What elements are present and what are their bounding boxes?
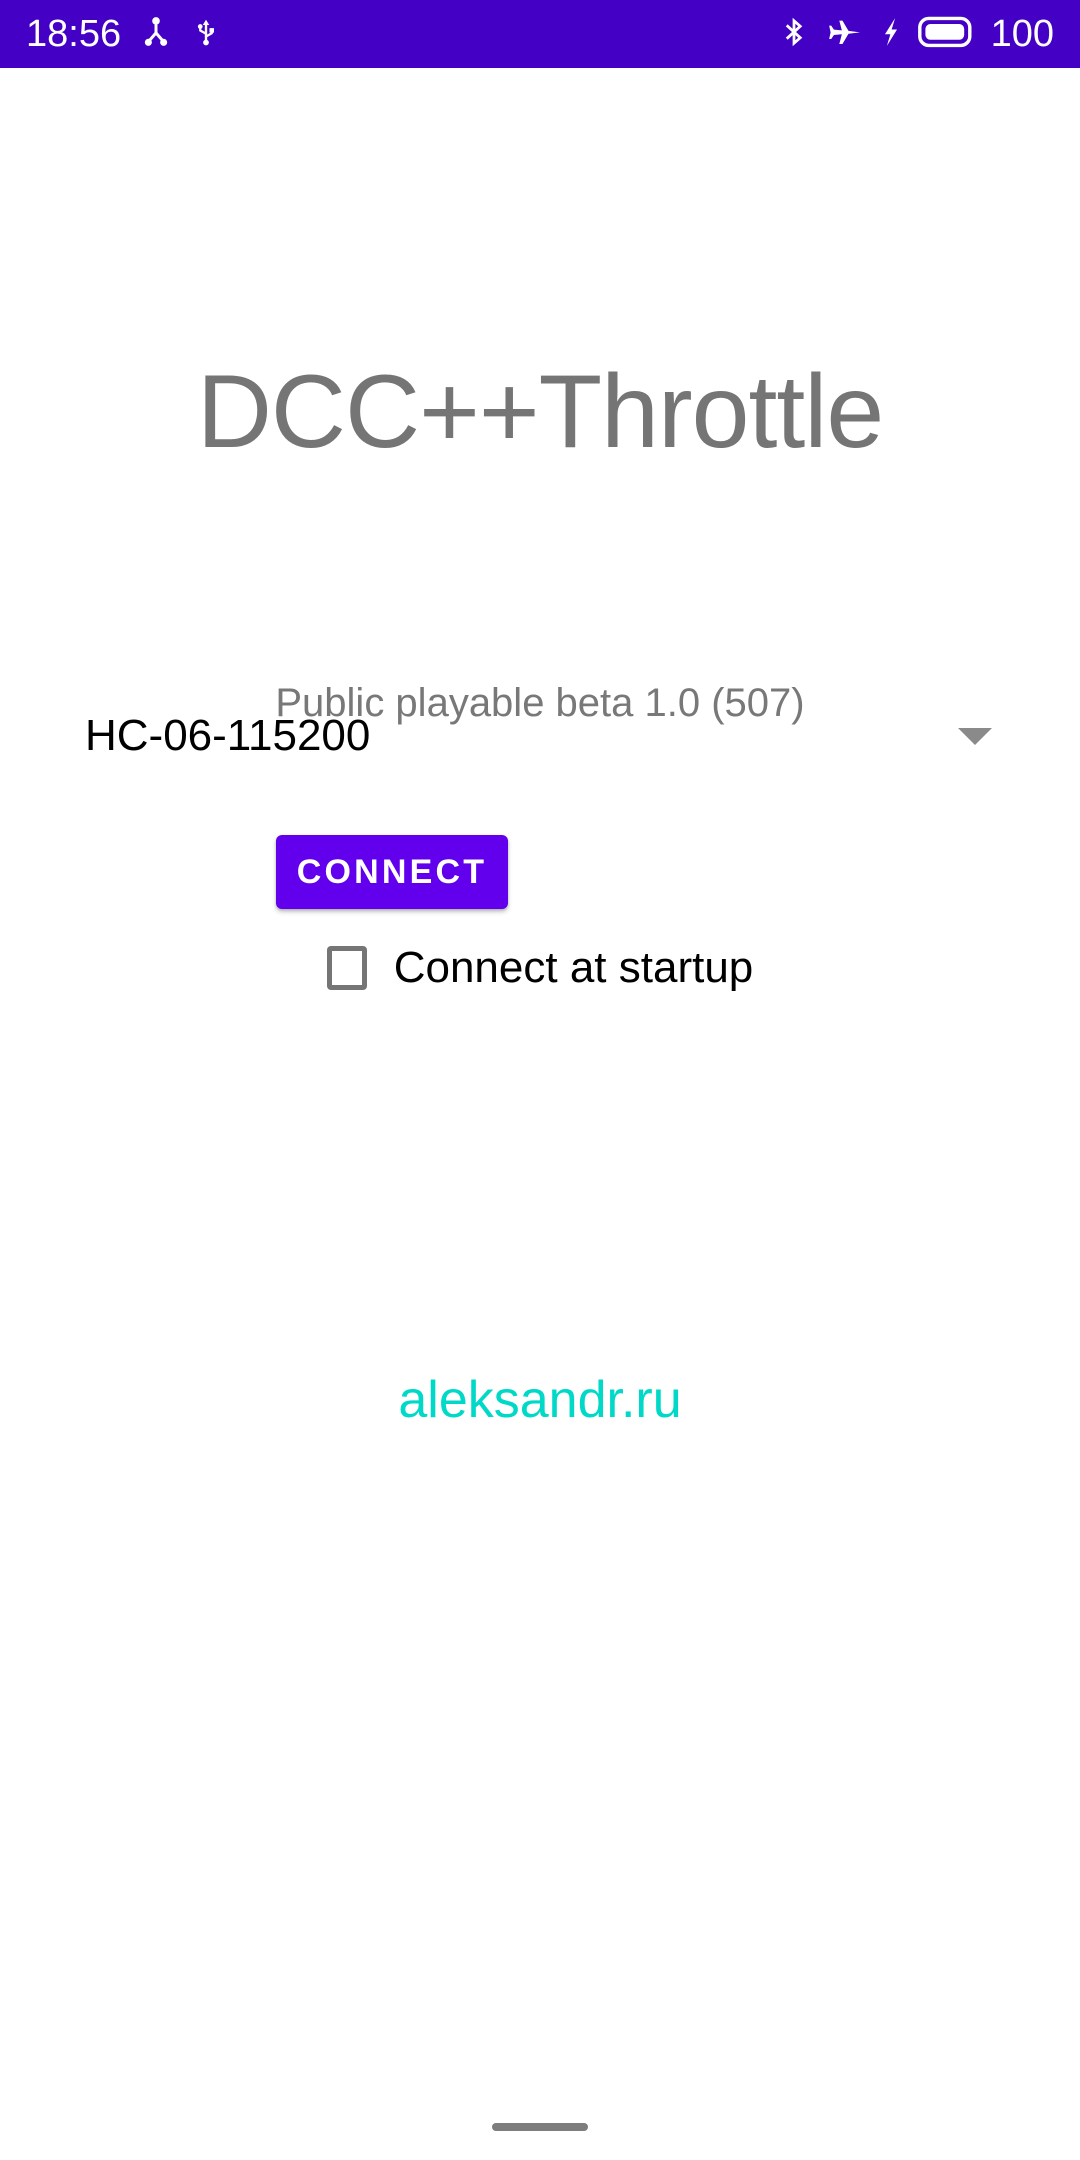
airplane-mode-icon xyxy=(826,13,864,56)
status-bar-right-group: 100 xyxy=(779,12,1054,57)
device-spinner[interactable]: HC-06-115200 xyxy=(60,688,1020,784)
app-content: DCC++Throttle Public playable beta 1.0 (… xyxy=(0,68,1080,2160)
battery-full-icon xyxy=(917,16,972,53)
chevron-down-icon xyxy=(958,727,992,745)
connect-at-startup-checkbox[interactable] xyxy=(326,946,367,990)
gesture-home-pill[interactable] xyxy=(492,2123,588,2131)
connect-button[interactable]: CONNECT xyxy=(276,835,508,909)
bluetooth-icon xyxy=(779,12,809,57)
usb-icon xyxy=(191,13,221,56)
device-spinner-value: HC-06-115200 xyxy=(85,711,371,760)
gesture-navigation-bar xyxy=(0,2094,1080,2160)
battery-percent-label: 100 xyxy=(990,13,1054,55)
charging-bolt-icon xyxy=(881,13,901,56)
status-bar: 18:56 100 xyxy=(0,0,1080,68)
accessibility-person-icon xyxy=(139,13,173,56)
connect-at-startup-row[interactable]: Connect at startup xyxy=(0,943,1080,993)
connect-at-startup-label: Connect at startup xyxy=(393,943,754,992)
app-title: DCC++Throttle xyxy=(196,354,884,470)
status-bar-left-group: 18:56 xyxy=(26,13,221,56)
status-clock: 18:56 xyxy=(26,13,122,55)
website-link[interactable]: aleksandr.ru xyxy=(0,1370,1080,1430)
